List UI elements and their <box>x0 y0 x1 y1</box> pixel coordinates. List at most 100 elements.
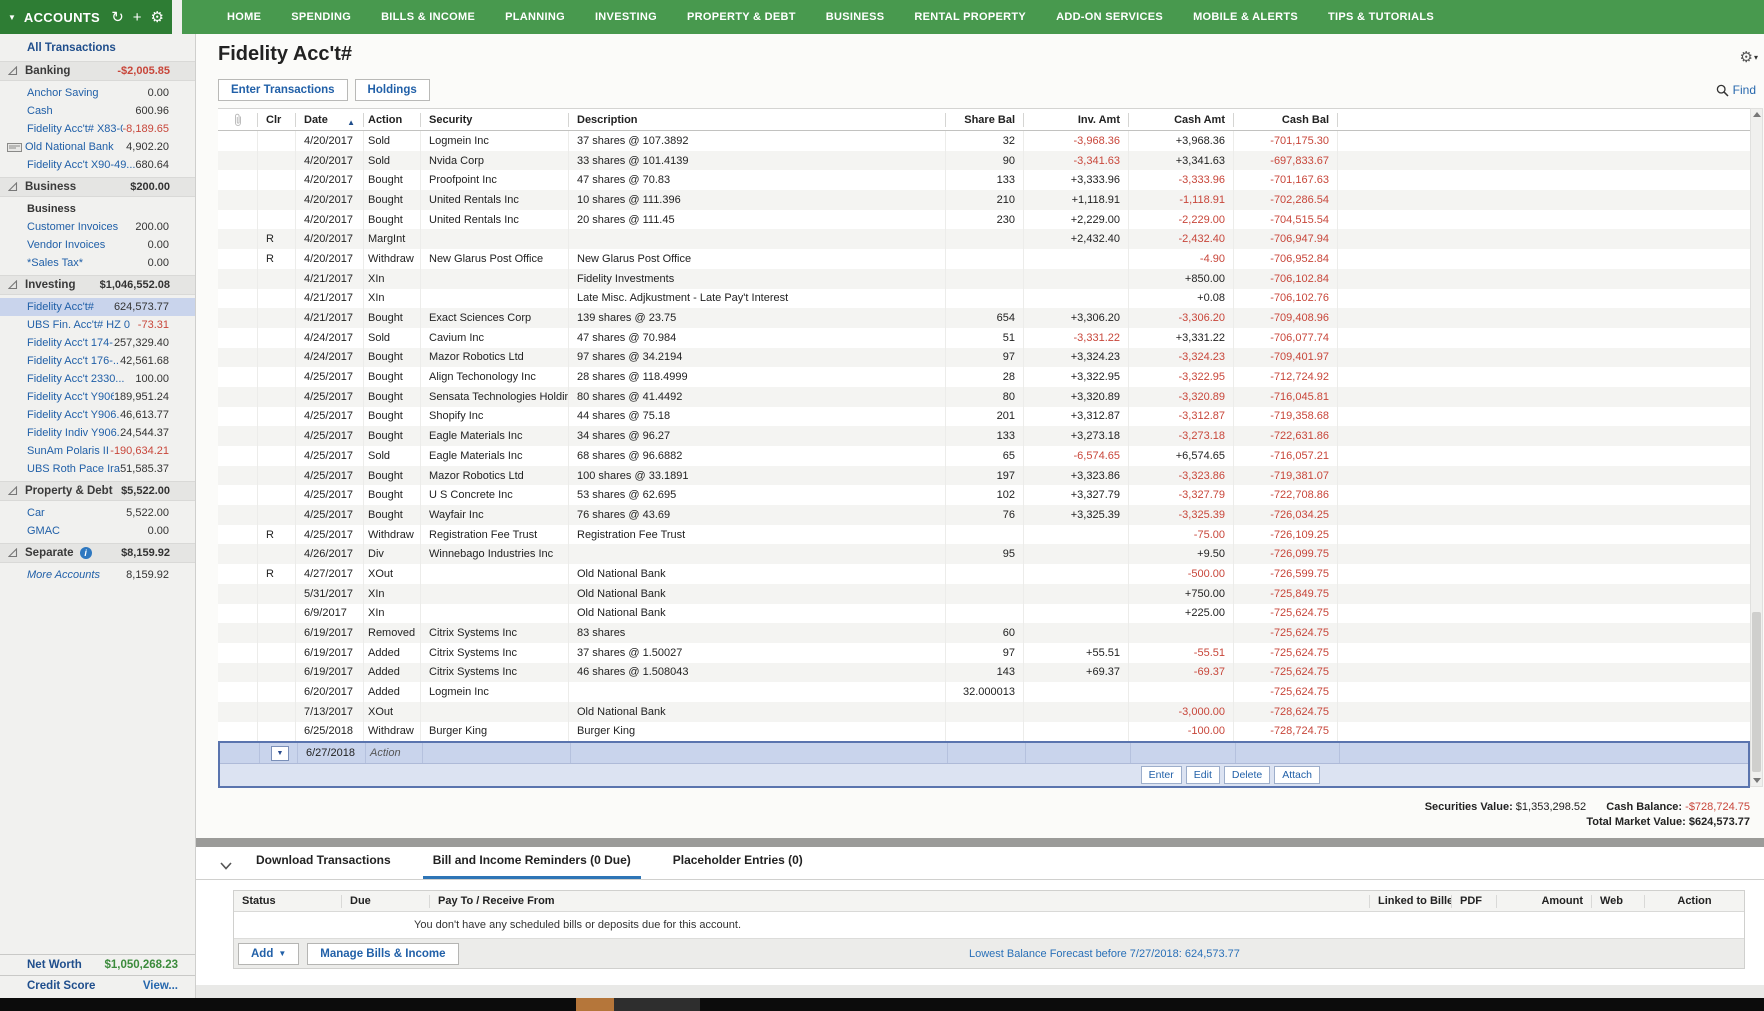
accounts-header-bar[interactable]: ▼ ACCOUNTS ↻ + ⚙ <box>0 0 172 34</box>
scrollbar-thumb[interactable] <box>1752 612 1761 772</box>
register-row[interactable]: 4/25/2017BoughtSensata Technologies Hold… <box>218 387 1750 407</box>
nav-item-property-debt[interactable]: PROPERTY & DEBT <box>672 0 811 34</box>
entry-row-selected[interactable]: ▼ 6/27/2018 Action EnterEditDeleteAttach <box>218 741 1750 788</box>
sidebar-account-fidelity-acc-t-176[interactable]: Fidelity Acc't 176-...42,561.68 <box>0 352 195 370</box>
column-header-action[interactable]: Action <box>363 113 420 127</box>
register-row[interactable]: 4/21/2017XInLate Misc. Adjkustment - Lat… <box>218 289 1750 309</box>
register-row[interactable]: R4/20/2017WithdrawNew Glarus Post Office… <box>218 249 1750 269</box>
sidebar-account-fidelity-acc-t-x90-49[interactable]: Fidelity Acc't X90-49...680.64 <box>0 156 195 174</box>
taskbar[interactable] <box>0 998 1764 1011</box>
register-row[interactable]: 4/21/2017XInFidelity Investments+850.00-… <box>218 269 1750 289</box>
reminders-column-web[interactable]: Web <box>1591 895 1644 908</box>
entry-action-field[interactable]: Action <box>365 743 422 763</box>
sidebar-account-old-national-bank[interactable]: Old National Bank4,902.20 <box>0 138 195 156</box>
register-row[interactable]: 4/25/2017SoldEagle Materials Inc68 share… <box>218 446 1750 466</box>
taskbar-app-icon[interactable] <box>576 998 614 1011</box>
sidebar-account-car[interactable]: Car5,522.00 <box>0 504 195 522</box>
nav-item-mobile-alerts[interactable]: MOBILE & ALERTS <box>1178 0 1313 34</box>
column-header-description[interactable]: Description <box>568 113 945 127</box>
info-icon[interactable]: i <box>80 547 92 559</box>
register-row[interactable]: 6/20/2017AddedLogmein Inc32.000013-725,6… <box>218 682 1750 702</box>
reminders-column-amount[interactable]: Amount <box>1496 895 1591 908</box>
refresh-icon[interactable]: ↻ <box>111 10 124 25</box>
sidebar-account-sales-tax[interactable]: *Sales Tax*0.00 <box>0 254 195 272</box>
register-row[interactable]: 6/19/2017RemovedCitrix Systems Inc83 sha… <box>218 623 1750 643</box>
sidebar-account-fidelity-indiv-y906[interactable]: Fidelity Indiv Y906...24,544.37 <box>0 424 195 442</box>
column-header-clr[interactable]: Clr <box>257 113 295 127</box>
nav-item-investing[interactable]: INVESTING <box>580 0 672 34</box>
sidebar-account-fidelity-acc-t[interactable]: Fidelity Acc't#624,573.77 <box>0 298 195 316</box>
column-header-cash-bal[interactable]: Cash Bal <box>1233 113 1337 127</box>
sidebar-account-fidelity-acc-t-174[interactable]: Fidelity Acc't 174-...257,329.40 <box>0 334 195 352</box>
register-row[interactable]: 4/25/2017BoughtShopify Inc44 shares @ 75… <box>218 407 1750 427</box>
manage-bills-income-button[interactable]: Manage Bills & Income <box>307 943 458 965</box>
accounts-caret-down-icon[interactable]: ▼ <box>8 13 16 22</box>
reminders-column-pay-to-receive-from[interactable]: Pay To / Receive From <box>429 895 1369 908</box>
register-row[interactable]: 4/25/2017BoughtU S Concrete Inc53 shares… <box>218 485 1750 505</box>
add-reminder-button[interactable]: Add▼ <box>238 943 299 965</box>
register-row[interactable]: 4/25/2017BoughtEagle Materials Inc34 sha… <box>218 426 1750 446</box>
register-row[interactable]: 7/13/2017XOutOld National Bank-3,000.00-… <box>218 702 1750 722</box>
register-row[interactable]: 6/9/2017XInOld National Bank+225.00-725,… <box>218 604 1750 624</box>
sidebar-section-banking[interactable]: Banking-$2,005.85 <box>0 61 195 81</box>
sidebar-account-vendor-invoices[interactable]: Vendor Invoices0.00 <box>0 236 195 254</box>
register-row[interactable]: 4/26/2017DivWinnebago Industries Inc95+9… <box>218 544 1750 564</box>
sidebar-account-sunam-polaris-ii-p[interactable]: SunAm Polaris II P...-190,634.21 <box>0 442 195 460</box>
register-row[interactable]: R4/20/2017MargInt+2,432.40-2,432.40-706,… <box>218 229 1750 249</box>
attach-button[interactable]: Attach <box>1274 766 1320 784</box>
sidebar-account-fidelity-acc-t-2330[interactable]: Fidelity Acc't 2330...100.00 <box>0 370 195 388</box>
register-row[interactable]: R4/27/2017XOutOld National Bank-500.00-7… <box>218 564 1750 584</box>
reminders-column-pdf[interactable]: PDF <box>1451 895 1496 908</box>
register-row[interactable]: R4/25/2017WithdrawRegistration Fee Trust… <box>218 525 1750 545</box>
register-row[interactable]: 4/24/2017BoughtMazor Robotics Ltd97 shar… <box>218 348 1750 368</box>
register-row[interactable]: 4/20/2017SoldNvida Corp33 shares @ 101.4… <box>218 151 1750 171</box>
sidebar-account-anchor-saving[interactable]: Anchor Saving0.00 <box>0 84 195 102</box>
collapse-chevron-icon[interactable] <box>220 862 232 870</box>
register-row[interactable]: 4/20/2017BoughtUnited Rentals Inc20 shar… <box>218 210 1750 230</box>
register-scrollbar[interactable] <box>1750 108 1763 787</box>
net-worth-row[interactable]: Net Worth $1,050,268.23 <box>0 954 195 975</box>
register-row[interactable]: 5/31/2017XInOld National Bank+750.00-725… <box>218 584 1750 604</box>
sidebar-account-gmac[interactable]: GMAC0.00 <box>0 522 195 540</box>
sidebar-account-fidelity-acc-t-y906[interactable]: Fidelity Acc't Y906...46,613.77 <box>0 406 195 424</box>
column-header-cash-amt[interactable]: Cash Amt <box>1128 113 1233 127</box>
lowest-balance-forecast-link[interactable]: Lowest Balance Forecast before 7/27/2018… <box>969 948 1240 960</box>
nav-item-home[interactable]: HOME <box>212 0 276 34</box>
sidebar-account-cash[interactable]: Cash600.96 <box>0 102 195 120</box>
reminders-column-action[interactable]: Action <box>1644 895 1744 908</box>
reminders-column-linked-to-biller[interactable]: Linked to Biller <box>1369 895 1451 908</box>
sidebar-account-more-accounts[interactable]: More Accounts8,159.92 <box>0 566 195 584</box>
nav-item-planning[interactable]: PLANNING <box>490 0 580 34</box>
register-row[interactable]: 4/25/2017BoughtWayfair Inc76 shares @ 43… <box>218 505 1750 525</box>
reminders-column-due[interactable]: Due <box>341 895 429 908</box>
find-button[interactable]: Find <box>1716 83 1756 97</box>
register-row[interactable]: 4/25/2017BoughtAlign Techonology Inc28 s… <box>218 367 1750 387</box>
register-row[interactable]: 4/21/2017BoughtExact Sciences Corp139 sh… <box>218 308 1750 328</box>
panel-splitter[interactable] <box>196 838 1764 847</box>
sidebar-account-ubs-fin-acc-t-hz-0[interactable]: UBS Fin. Acc't# HZ 0-73.31 <box>0 316 195 334</box>
nav-item-tips-tutorials[interactable]: TIPS & TUTORIALS <box>1313 0 1449 34</box>
nav-item-spending[interactable]: SPENDING <box>276 0 366 34</box>
nav-item-rental-property[interactable]: RENTAL PROPERTY <box>899 0 1041 34</box>
entry-dropdown-button[interactable]: ▼ <box>271 746 289 761</box>
credit-score-view-link[interactable]: View... <box>143 980 178 992</box>
column-header-security[interactable]: Security <box>420 113 568 127</box>
sidebar-section-business[interactable]: Business$200.00 <box>0 177 195 197</box>
edit-button[interactable]: Edit <box>1186 766 1220 784</box>
sidebar-section-separate[interactable]: Separatei$8,159.92 <box>0 543 195 563</box>
register-row[interactable]: 6/19/2017AddedCitrix Systems Inc37 share… <box>218 643 1750 663</box>
enter-button[interactable]: Enter <box>1141 766 1182 784</box>
scroll-down-icon[interactable] <box>1753 778 1761 783</box>
register-row[interactable]: 6/25/2018WithdrawBurger KingBurger King-… <box>218 722 1750 742</box>
nav-item-business[interactable]: BUSINESS <box>811 0 900 34</box>
delete-button[interactable]: Delete <box>1224 766 1270 784</box>
add-account-icon[interactable]: + <box>133 10 142 25</box>
tab-placeholder-entries-0[interactable]: Placeholder Entries (0) <box>663 853 813 879</box>
nav-item-add-on-services[interactable]: ADD-ON SERVICES <box>1041 0 1178 34</box>
register-row[interactable]: 4/20/2017BoughtUnited Rentals Inc10 shar… <box>218 190 1750 210</box>
sidebar-item-all-transactions[interactable]: All Transactions <box>0 34 195 58</box>
attachment-column-header[interactable] <box>218 113 257 127</box>
holdings-button[interactable]: Holdings <box>355 79 430 101</box>
sidebar-account-fidelity-acc-t-y906[interactable]: Fidelity Acc't Y906...189,951.24 <box>0 388 195 406</box>
register-row[interactable]: 4/24/2017SoldCavium Inc47 shares @ 70.98… <box>218 328 1750 348</box>
